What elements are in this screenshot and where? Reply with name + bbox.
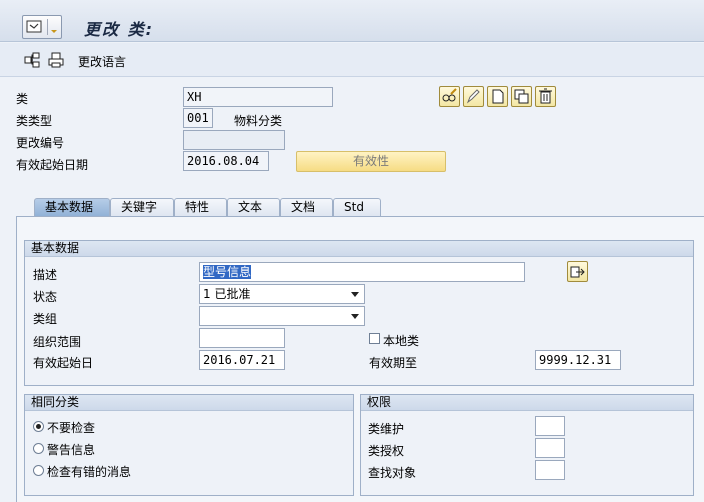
pencil-icon	[466, 89, 480, 104]
tab-characteristics[interactable]: 特性	[174, 198, 227, 217]
copy-icon	[514, 89, 529, 104]
class-authorization-label: 类授权	[368, 444, 405, 458]
status-label: 状态	[33, 290, 58, 304]
hierarchy-icon[interactable]	[24, 52, 40, 68]
change-number-field[interactable]	[183, 130, 285, 150]
class-authorization-field[interactable]	[535, 438, 565, 458]
class-type-label: 类类型	[16, 114, 53, 128]
create-button[interactable]	[487, 86, 508, 107]
valid-from-field[interactable]: 2016.08.04	[183, 151, 269, 171]
tab-text[interactable]: 文本	[227, 198, 280, 217]
warning-label: 警告信息	[47, 443, 96, 457]
valid-to-label: 有效期至	[369, 356, 418, 370]
tab-documents[interactable]: 文档	[280, 198, 333, 217]
find-object-field[interactable]	[535, 460, 565, 480]
basic-valid-from-label: 有效起始日	[33, 356, 94, 370]
print-icon[interactable]	[48, 52, 64, 68]
warning-radio[interactable]	[33, 443, 44, 454]
validity-button[interactable]: 有效性	[296, 151, 446, 172]
tab-keywords[interactable]: 关键字	[110, 198, 174, 217]
export-arrow-icon	[570, 266, 585, 278]
description-value: 型号信息	[203, 265, 252, 279]
change-number-label: 更改编号	[16, 136, 65, 150]
class-type-description: 物料分类	[234, 114, 283, 128]
org-area-field[interactable]	[199, 328, 285, 348]
transaction-menu-icon	[26, 19, 57, 35]
glasses-pencil-icon	[442, 88, 457, 102]
org-area-label: 组织范围	[33, 335, 82, 349]
page-title: 更改 类:	[84, 20, 154, 39]
title-bar: 更改 类:	[0, 0, 704, 42]
status-dropdown[interactable]: 1 已批准	[199, 284, 365, 304]
status-value: 1 已批准	[203, 287, 251, 301]
basic-data-group-title: 基本数据	[25, 241, 693, 257]
description-field[interactable]: 型号信息	[199, 262, 525, 282]
class-type-field[interactable]: 001	[183, 108, 213, 128]
edit-button[interactable]	[463, 86, 484, 107]
valid-to-field[interactable]: 9999.12.31	[535, 350, 621, 370]
no-check-radio[interactable]	[33, 421, 44, 432]
copy-button[interactable]	[511, 86, 532, 107]
class-maintenance-field[interactable]	[535, 416, 565, 436]
error-check-radio[interactable]	[33, 465, 44, 476]
class-group-dropdown[interactable]	[199, 306, 365, 326]
change-language-button[interactable]: 更改语言	[78, 53, 126, 70]
delete-button[interactable]	[535, 86, 556, 107]
multilanguage-button[interactable]	[567, 261, 588, 282]
valid-from-label: 有效起始日期	[16, 158, 89, 172]
class-label: 类	[16, 92, 29, 106]
class-group-label: 类组	[33, 312, 58, 326]
tab-std[interactable]: Std	[333, 198, 381, 217]
menu-icon-button[interactable]	[22, 15, 62, 39]
local-class-checkbox[interactable]	[369, 333, 380, 344]
chevron-down-icon	[351, 314, 359, 319]
same-classification-title: 相同分类	[25, 395, 353, 411]
tab-basic-data[interactable]: 基本数据	[34, 198, 110, 217]
error-check-label: 检查有错的消息	[47, 465, 132, 479]
application-toolbar: 更改语言	[0, 43, 704, 77]
find-object-label: 查找对象	[368, 466, 417, 480]
trash-icon	[539, 88, 552, 104]
class-maintenance-label: 类维护	[368, 422, 405, 436]
local-class-label: 本地类	[383, 334, 420, 348]
no-check-label: 不要检查	[47, 421, 96, 435]
display-change-button[interactable]	[439, 86, 460, 107]
basic-valid-from-field[interactable]: 2016.07.21	[199, 350, 285, 370]
description-label: 描述	[33, 268, 58, 282]
chevron-down-icon	[351, 292, 359, 297]
class-field[interactable]: XH	[183, 87, 333, 107]
new-document-icon	[492, 89, 504, 104]
authorization-title: 权限	[361, 395, 693, 411]
